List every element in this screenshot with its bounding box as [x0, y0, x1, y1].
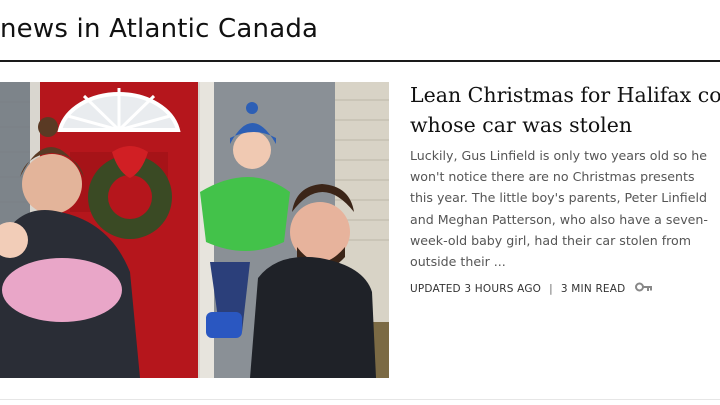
bottom-divider	[0, 399, 720, 400]
summary-line: week-old baby girl, had their car stolen…	[410, 232, 692, 248]
updated-time: UPDATED 3 HOURS AGO	[410, 282, 542, 295]
section-divider	[0, 60, 720, 62]
article-meta: UPDATED 3 HOURS AGO | 3 MIN READ	[410, 282, 653, 295]
summary-line: won't notice there are no Christmas pres…	[410, 169, 695, 185]
read-time: 3 MIN READ	[560, 282, 626, 295]
headline-line[interactable]: Lean Christmas for Halifax couple	[410, 80, 720, 110]
summary-line: and Meghan Patterson, who also have a se…	[410, 211, 708, 227]
summary-line: outside their ...	[410, 254, 506, 270]
headline-line[interactable]: whose car was stolen	[410, 110, 720, 140]
article-photo[interactable]	[0, 82, 389, 378]
meta-separator: |	[549, 282, 553, 295]
summary-line: this year. The little boy's parents, Pet…	[410, 190, 707, 206]
article-summary: Luckily, Gus Linfield is only two years …	[410, 145, 718, 272]
article-headline[interactable]: Lean Christmas for Halifax couple whose …	[410, 80, 720, 140]
section-title[interactable]: news in Atlantic Canada	[0, 14, 318, 44]
summary-line: Luckily, Gus Linfield is only two years …	[410, 148, 707, 163]
key-icon	[635, 282, 653, 295]
